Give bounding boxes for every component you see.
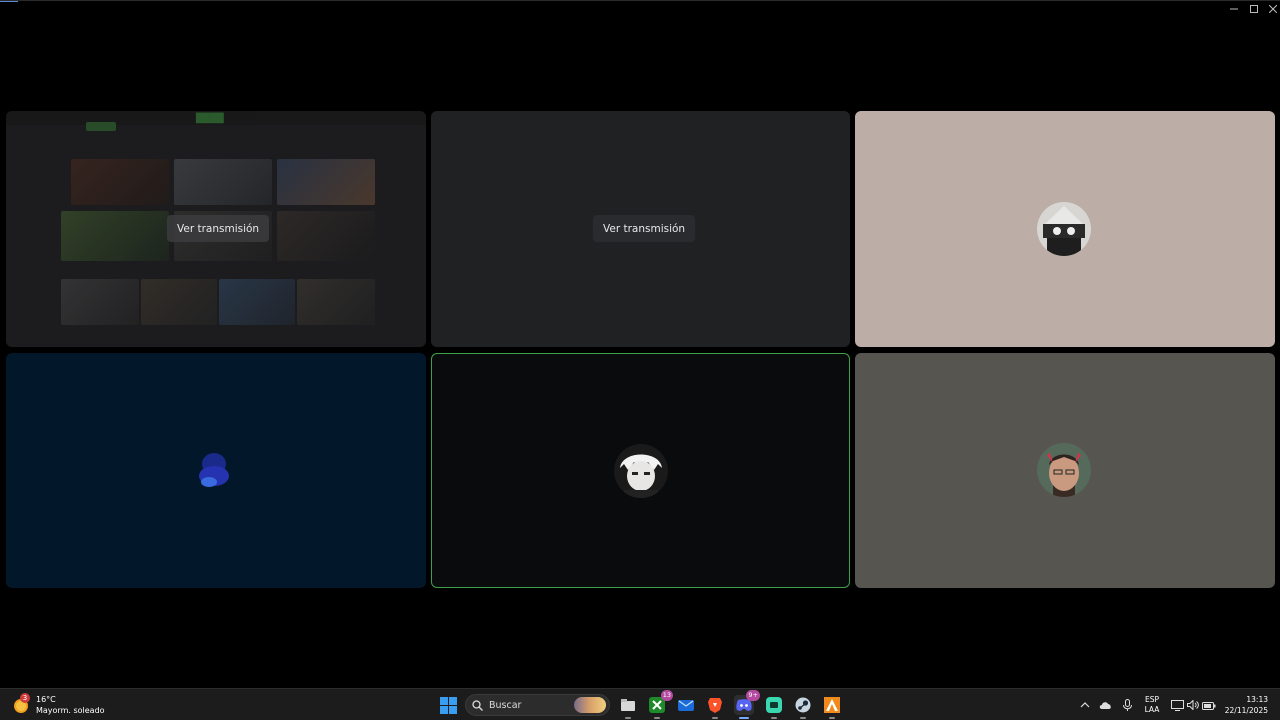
- launcher-icon: [824, 697, 840, 713]
- notification-badge: 13: [660, 690, 673, 701]
- onedrive-icon[interactable]: [1098, 698, 1112, 712]
- taskbar-app-chat[interactable]: [764, 695, 784, 719]
- participant-tile-speaking[interactable]: [431, 353, 850, 588]
- taskbar-app-file-explorer[interactable]: [618, 695, 638, 719]
- clock-date: 22/11/2025: [1224, 706, 1268, 715]
- title-bar: [0, 0, 1280, 16]
- video-call-window: ████ Ver transmisión Ver transmisión 3 1…: [0, 0, 1280, 720]
- taskbar-app-xbox[interactable]: 13: [647, 690, 673, 719]
- weather-badge: 3: [20, 693, 30, 703]
- keyboard-layout: LAA: [1144, 705, 1160, 714]
- notification-badge: 9+: [746, 690, 760, 701]
- steam-icon: [795, 697, 811, 713]
- search-box[interactable]: [465, 694, 610, 716]
- weather-temperature: 16°C: [36, 695, 56, 704]
- watch-stream-button[interactable]: Ver transmisión: [593, 215, 696, 242]
- minimize-icon[interactable]: [1223, 2, 1245, 16]
- avatar: [614, 444, 668, 498]
- taskbar-app-mail[interactable]: [676, 695, 696, 715]
- clock-time: 13:13: [1246, 695, 1268, 704]
- weather-widget[interactable]: 3 16°C Mayorm. soleado: [12, 693, 105, 716]
- battery-icon[interactable]: [1202, 698, 1216, 712]
- participant-tile-1[interactable]: [855, 111, 1275, 347]
- taskbar-app-discord[interactable]: 9+: [734, 690, 760, 719]
- stream-tile-1[interactable]: ████ Ver transmisión: [6, 111, 426, 347]
- chevron-up-icon[interactable]: [1078, 698, 1092, 712]
- taskbar-app-steam[interactable]: [793, 695, 813, 719]
- avatar: [1037, 202, 1091, 256]
- taskbar-app-launcher[interactable]: [822, 695, 842, 719]
- clock[interactable]: 13:13 22/11/2025: [1222, 694, 1268, 716]
- taskbar-app-brave[interactable]: [705, 695, 725, 719]
- taskbar: 3 16°C Mayorm. soleado Buscar 13 9+ ESP …: [0, 688, 1280, 720]
- input-language[interactable]: ESP LAA: [1143, 695, 1161, 715]
- participant-tile-3[interactable]: [855, 353, 1275, 588]
- mail-icon: [678, 700, 694, 711]
- close-icon[interactable]: [1262, 2, 1280, 16]
- volume-icon[interactable]: [1186, 698, 1200, 712]
- folder-icon: [621, 699, 635, 711]
- network-icon[interactable]: [1170, 698, 1184, 712]
- search-highlight-image: [574, 697, 606, 713]
- search-input[interactable]: [489, 699, 569, 711]
- watch-stream-button[interactable]: Ver transmisión: [167, 215, 270, 242]
- microphone-icon[interactable]: [1120, 698, 1134, 712]
- language-code: ESP: [1144, 695, 1160, 704]
- title-bar-accent: [0, 1, 18, 2]
- weather-condition: Mayorm. soleado: [36, 706, 105, 715]
- windows-start-icon[interactable]: [440, 697, 457, 714]
- search-icon: [472, 696, 483, 715]
- avatar: [189, 444, 239, 494]
- participant-tile-2[interactable]: [6, 353, 426, 588]
- chat-icon: [766, 697, 782, 713]
- avatar: [1037, 443, 1091, 497]
- sun-icon: 3: [12, 693, 30, 714]
- stream-tile-2[interactable]: Ver transmisión: [431, 111, 850, 347]
- brave-icon: [708, 698, 722, 713]
